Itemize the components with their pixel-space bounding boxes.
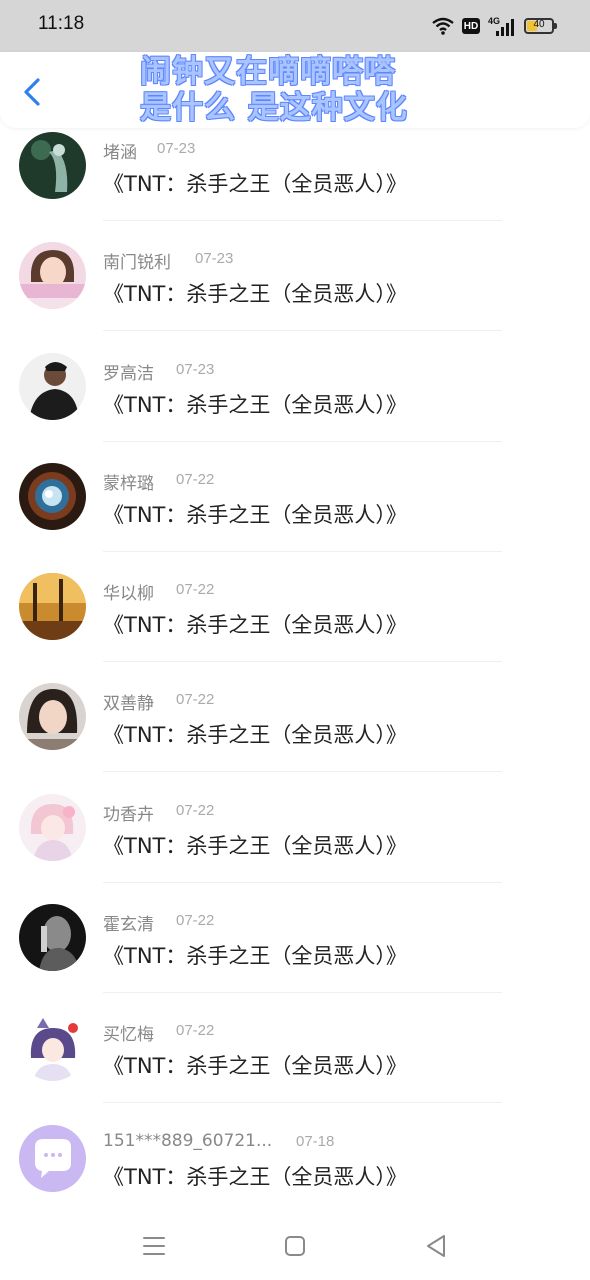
comment-text: 《TNT：杀手之王（全员恶人）》 <box>103 723 407 748</box>
home-button[interactable] <box>279 1230 311 1262</box>
list-item[interactable]: 蒙梓璐 07-22 《TNT：杀手之王（全员恶人）》 <box>0 459 590 569</box>
divider <box>103 440 502 442</box>
wifi-icon <box>432 17 454 35</box>
avatar[interactable] <box>19 683 86 751</box>
commenter-name: 功香卉 <box>103 804 154 825</box>
divider <box>103 1102 502 1104</box>
system-nav-bar <box>0 1210 590 1280</box>
comment-date: 07-23 <box>176 360 215 378</box>
avatar[interactable] <box>19 242 86 310</box>
comment-date: 07-22 <box>176 470 215 488</box>
comment-date: 07-22 <box>176 1022 215 1040</box>
comment-date: 07-22 <box>176 801 215 819</box>
comment-text: 《TNT：杀手之王（全员恶人）》 <box>103 392 407 417</box>
comment-date: 07-22 <box>176 912 215 930</box>
battery-icon: 40 <box>524 18 557 34</box>
list-item[interactable]: 功香卉 07-22 《TNT：杀手之王（全员恶人）》 <box>0 790 590 900</box>
menu-icon <box>143 1237 165 1255</box>
avatar[interactable] <box>19 462 86 530</box>
commenter-name: 华以柳 <box>103 584 154 605</box>
comment-date: 07-18 <box>296 1132 335 1150</box>
divider <box>103 661 502 663</box>
divider <box>103 881 502 883</box>
divider <box>103 330 502 332</box>
commenter-name: 买忆梅 <box>103 1025 154 1046</box>
commenter-name: 南门锐利 <box>103 253 171 274</box>
list-item[interactable]: 堵涵 07-23 《TNT：杀手之王（全员恶人）》 <box>0 128 590 238</box>
avatar[interactable] <box>19 793 86 861</box>
header: 闹钟又在嘀嘀嗒嗒 是什么 是这种文化 <box>0 52 590 128</box>
comment-text: 《TNT：杀手之王（全员恶人）》 <box>103 282 407 307</box>
back-nav-button[interactable] <box>420 1230 452 1262</box>
avatar[interactable] <box>19 1014 86 1082</box>
divider <box>103 550 502 552</box>
list-item[interactable]: 买忆梅 07-22 《TNT：杀手之王（全员恶人）》 <box>0 1010 590 1120</box>
avatar[interactable] <box>19 132 86 199</box>
comment-date: 07-23 <box>195 250 234 268</box>
list-item[interactable]: 华以柳 07-22 《TNT：杀手之王（全员恶人）》 <box>0 569 590 679</box>
comment-text: 《TNT：杀手之王（全员恶人）》 <box>103 502 407 527</box>
back-button[interactable] <box>16 72 52 112</box>
home-square-icon <box>285 1236 305 1256</box>
avatar[interactable] <box>19 904 86 972</box>
status-bar: 11:18 HD 4G 40 <box>0 0 590 52</box>
comment-text: 《TNT：杀手之王（全员恶人）》 <box>103 613 407 638</box>
avatar[interactable] <box>19 352 86 420</box>
chevron-left-icon <box>24 78 40 106</box>
commenter-name: 双善静 <box>103 694 154 715</box>
commenter-name: 罗高洁 <box>103 363 154 384</box>
comment-text: 《TNT：杀手之王（全员恶人）》 <box>103 833 407 858</box>
avatar[interactable] <box>19 573 86 641</box>
list-item[interactable]: 罗高洁 07-23 《TNT：杀手之王（全员恶人）》 <box>0 349 590 459</box>
header-lyrics-line2: 是什么 是这种文化 <box>140 90 408 126</box>
divider <box>103 220 502 221</box>
comment-text: 《TNT：杀手之王（全员恶人）》 <box>103 944 407 969</box>
divider <box>103 992 502 994</box>
list-item[interactable]: 南门锐利 07-23 《TNT：杀手之王（全员恶人）》 <box>0 238 590 348</box>
menu-button[interactable] <box>138 1230 170 1262</box>
avatar[interactable] <box>19 1124 86 1192</box>
comment-date: 07-22 <box>176 581 215 599</box>
header-lyrics: 闹钟又在嘀嘀嗒嗒 是什么 是这种文化 <box>140 54 460 126</box>
comment-date: 07-23 <box>157 140 196 157</box>
comment-text: 《TNT：杀手之王（全员恶人）》 <box>103 172 407 196</box>
hd-icon: HD <box>462 18 480 34</box>
triangle-back-icon <box>427 1235 445 1257</box>
status-time: 11:18 <box>38 13 85 34</box>
signal-icon: 4G <box>488 16 514 36</box>
battery-level: 40 <box>533 19 545 30</box>
commenter-name: 堵涵 <box>103 143 137 163</box>
comment-text: 《TNT：杀手之王（全员恶人）》 <box>103 1054 407 1079</box>
list-item[interactable]: 双善静 07-22 《TNT：杀手之王（全员恶人）》 <box>0 679 590 789</box>
commenter-name: 霍玄清 <box>103 915 154 936</box>
status-icons: HD 4G 40 <box>432 14 557 38</box>
header-lyrics-line1: 闹钟又在嘀嘀嗒嗒 <box>140 54 396 90</box>
comment-text: 《TNT：杀手之王（全员恶人）》 <box>103 1164 407 1189</box>
commenter-name: 151***889_60721... <box>103 1130 273 1151</box>
commenter-name: 蒙梓璐 <box>103 473 154 494</box>
comment-date: 07-22 <box>176 691 215 709</box>
comment-list: 堵涵 07-23 《TNT：杀手之王（全员恶人）》 南门锐利 07-23 《TN… <box>0 128 590 1231</box>
list-item[interactable]: 霍玄清 07-22 《TNT：杀手之王（全员恶人）》 <box>0 900 590 1010</box>
divider <box>103 771 502 773</box>
